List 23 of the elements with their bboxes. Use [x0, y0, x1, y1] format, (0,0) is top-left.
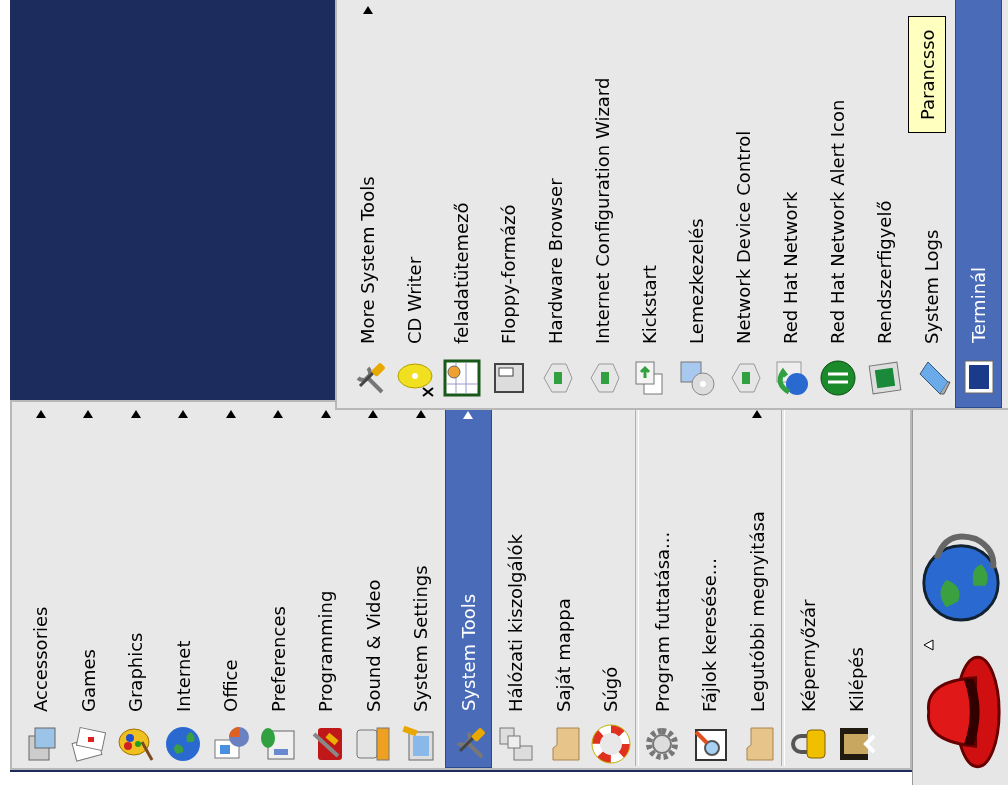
menu-item[interactable]: Graphics [112, 402, 160, 768]
alert-icon [817, 358, 858, 398]
cards-icon [68, 724, 109, 764]
triangle-icon[interactable] [923, 639, 935, 651]
menu-item[interactable]: Preferences [254, 402, 302, 768]
menu-item[interactable]: Office [207, 402, 255, 768]
menu-item[interactable]: Hardware Browser [532, 172, 579, 408]
menu-item[interactable]: System Logs [908, 223, 955, 408]
menu-item[interactable]: Network Device Control [720, 124, 767, 408]
menu-item[interactable]: Internet [159, 402, 207, 768]
menu-item[interactable]: CD Writer [391, 250, 438, 408]
menu-item[interactable]: Lemezkezelés [673, 212, 720, 408]
menu-item[interactable]: Red Hat Network [767, 185, 814, 408]
menu-item[interactable]: Internet Configuration Wizard [579, 71, 626, 408]
schedule-icon [441, 358, 482, 398]
menu-item[interactable]: Games [64, 402, 112, 768]
menu-item[interactable]: Accessories [17, 402, 65, 768]
lifebuoy-icon [590, 724, 631, 764]
menu-item[interactable]: Rendszerfigyelő [861, 194, 908, 408]
menu-item[interactable]: Terminál [955, 0, 1002, 408]
tooltip: Parancsso [908, 16, 946, 133]
menu-item[interactable]: Red Hat Network Alert Icon [814, 93, 861, 408]
menu-item[interactable]: Kickstart [626, 258, 673, 408]
